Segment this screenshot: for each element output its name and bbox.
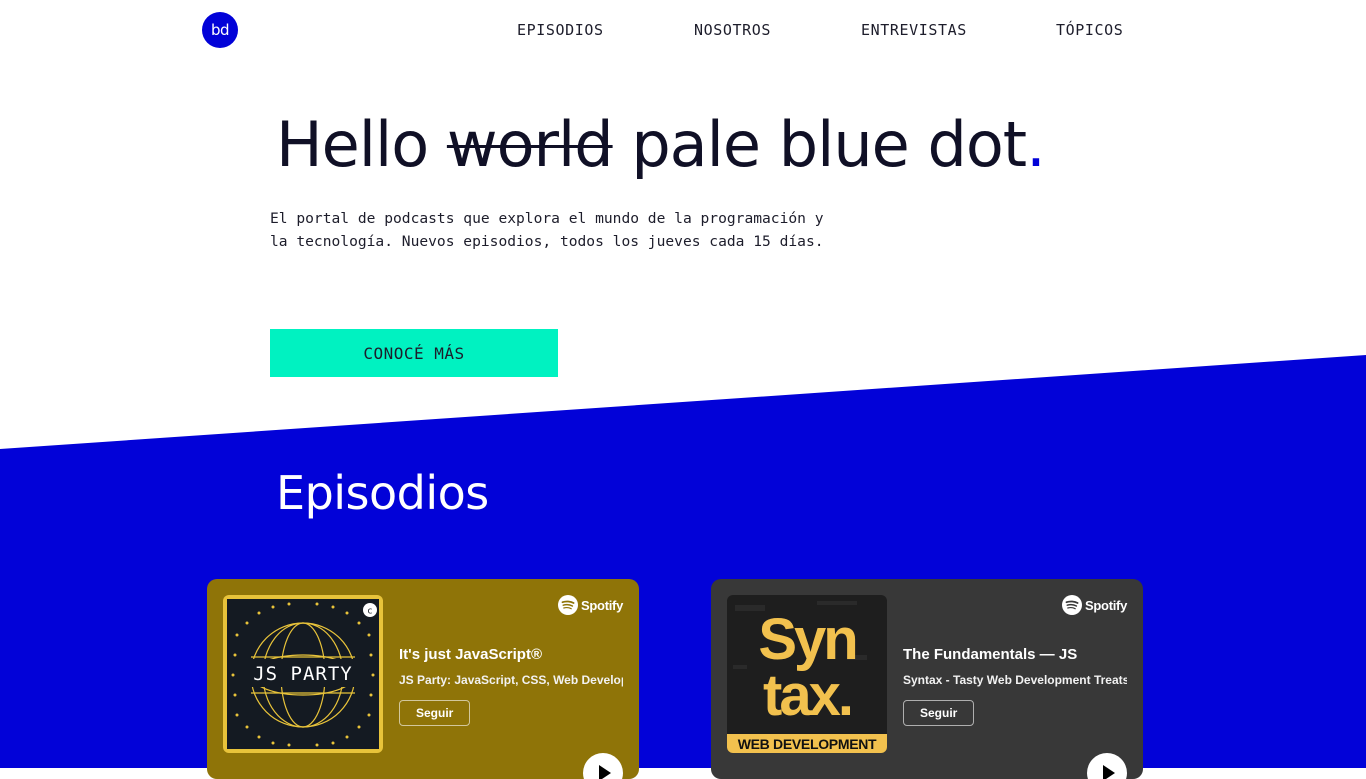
follow-button[interactable]: Seguir bbox=[903, 700, 975, 726]
play-icon bbox=[1103, 765, 1115, 779]
episode-show-name[interactable]: JS Party: JavaScript, CSS, Web Developme… bbox=[399, 673, 623, 687]
episode-show-name[interactable]: Syntax - Tasty Web Development Treats bbox=[903, 673, 1127, 687]
nav-episodios[interactable]: EPISODIOS bbox=[517, 21, 604, 39]
site-logo[interactable]: bd bbox=[202, 12, 238, 48]
js-party-cover-badge: c bbox=[368, 607, 373, 617]
episodios-heading: Episodios bbox=[276, 466, 489, 520]
spotify-logo[interactable]: Spotify bbox=[558, 595, 623, 615]
spotify-icon bbox=[558, 595, 579, 615]
hero-description-line-2: la tecnología. Nuevos episodios, todos l… bbox=[270, 232, 824, 250]
hero-title-end: pale blue dot bbox=[631, 108, 1027, 181]
spotify-icon bbox=[1062, 595, 1083, 615]
syntax-cover-line-3: WEB DEVELOPMENT bbox=[738, 736, 877, 752]
play-button[interactable] bbox=[1087, 753, 1127, 779]
spotify-logo[interactable]: Spotify bbox=[1062, 595, 1127, 615]
site-header: bd EPISODIOS NOSOTROS ENTREVISTAS TÓPICO… bbox=[0, 0, 1366, 62]
play-icon bbox=[599, 765, 611, 779]
syntax-cover-line-2: tax. bbox=[763, 663, 851, 728]
syntax-cover: Syn tax. WEB DEVELOPMENT bbox=[727, 595, 887, 753]
hero-title-start: Hello bbox=[276, 108, 429, 181]
hero-title-dot: . bbox=[1026, 108, 1046, 181]
js-party-cover: JS PARTY c bbox=[223, 595, 383, 753]
nav-entrevistas[interactable]: ENTREVISTAS bbox=[861, 21, 967, 39]
follow-button[interactable]: Seguir bbox=[399, 700, 471, 726]
episode-card-syntax[interactable]: Syn tax. WEB DEVELOPMENT Spotify The Fun… bbox=[711, 579, 1143, 779]
spotify-wordmark: Spotify bbox=[1085, 597, 1127, 613]
js-party-cover-text: JS PARTY bbox=[253, 663, 353, 685]
spotify-wordmark: Spotify bbox=[581, 597, 623, 613]
hero-title-struck-word: world bbox=[446, 108, 614, 181]
play-button[interactable] bbox=[583, 753, 623, 779]
episode-title[interactable]: It's just JavaScript® bbox=[399, 646, 542, 663]
conoce-mas-button[interactable]: CONOCÉ MÁS bbox=[270, 329, 558, 377]
episode-card-js-party[interactable]: JS PARTY c Spotify It's just JavaScript®… bbox=[207, 579, 639, 779]
nav-topicos[interactable]: TÓPICOS bbox=[1056, 21, 1123, 39]
hero-description-line-1: El portal de podcasts que explora el mun… bbox=[270, 210, 824, 227]
episode-title[interactable]: The Fundamentals — JS bbox=[903, 646, 1077, 663]
nav-nosotros[interactable]: NOSOTROS bbox=[694, 21, 771, 39]
hero-title: Hello world pale blue dot. bbox=[276, 108, 1046, 181]
hero-description: El portal de podcasts que explora el mun… bbox=[270, 208, 890, 253]
